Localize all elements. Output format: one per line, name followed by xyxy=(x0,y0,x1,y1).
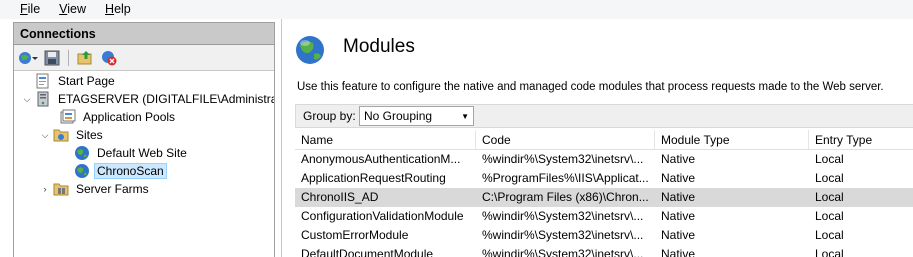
cell-entry-type: Local xyxy=(815,209,844,223)
cell-entry-type: Local xyxy=(815,171,844,185)
cell-code: %windir%\System32\inetsrv\... xyxy=(482,247,644,257)
up-level-icon[interactable] xyxy=(75,49,95,67)
tree-node-application-pools[interactable]: Application Pools xyxy=(60,108,178,126)
column-header-entry-type[interactable]: Entry Type xyxy=(809,130,913,149)
server-icon xyxy=(35,91,51,107)
feature-description: Use this feature to configure the native… xyxy=(297,81,884,93)
modules-globe-icon xyxy=(296,36,324,64)
connections-pane: Connections Start Page ⌵ ETAGSERVER (DIG… xyxy=(13,22,275,257)
cell-code: C:\Program Files (x86)\Chron... xyxy=(482,190,649,204)
start-page-icon xyxy=(35,73,51,89)
table-row-selected[interactable]: ChronoIIS_AD C:\Program Files (x86)\Chro… xyxy=(295,188,913,207)
globe-icon xyxy=(74,163,90,179)
chevron-right-icon[interactable]: › xyxy=(40,184,50,194)
tree-node-default-web-site[interactable]: Default Web Site xyxy=(74,144,190,162)
connections-toolbar xyxy=(14,45,274,71)
sites-folder-icon xyxy=(53,127,69,143)
modules-list: Name Code Module Type Entry Type Anonymo… xyxy=(295,130,913,257)
cell-module-type: Native xyxy=(661,209,696,223)
menu-bar: File View Help xyxy=(0,0,913,19)
cell-code: %windir%\System32\inetsrv\... xyxy=(482,209,644,223)
list-header: Name Code Module Type Entry Type xyxy=(295,130,913,150)
save-icon[interactable] xyxy=(42,49,62,67)
table-row[interactable]: DefaultDocumentModule %windir%\System32\… xyxy=(295,245,913,257)
page-title: Modules xyxy=(343,36,415,57)
chevron-down-icon[interactable]: ⌵ xyxy=(22,94,32,105)
tree-node-server[interactable]: ⌵ ETAGSERVER (DIGITALFILE\Administrator xyxy=(22,90,274,108)
table-row[interactable]: AnonymousAuthenticationM... %windir%\Sys… xyxy=(295,150,913,169)
cell-entry-type: Local xyxy=(815,247,844,257)
toolbar-separator xyxy=(68,49,69,66)
menu-file[interactable]: File xyxy=(20,0,40,19)
cell-code: %ProgramFiles%\IIS\Applicat... xyxy=(482,171,649,185)
cell-name: DefaultDocumentModule xyxy=(301,247,434,257)
column-header-name[interactable]: Name xyxy=(295,130,476,149)
cell-name: ChronoIIS_AD xyxy=(301,190,379,204)
connections-title: Connections xyxy=(14,23,274,45)
cell-entry-type: Local xyxy=(815,152,844,166)
column-header-module-type[interactable]: Module Type xyxy=(655,130,809,149)
globe-icon xyxy=(74,145,90,161)
table-row[interactable]: ApplicationRequestRouting %ProgramFiles%… xyxy=(295,169,913,188)
cell-module-type: Native xyxy=(661,190,696,204)
cell-code: %windir%\System32\inetsrv\... xyxy=(482,152,644,166)
cell-module-type: Native xyxy=(661,228,696,242)
server-farms-icon xyxy=(53,181,69,197)
tree-node-sites[interactable]: ⌵ Sites xyxy=(40,126,106,144)
chevron-down-icon[interactable]: ⌵ xyxy=(40,130,50,141)
table-row[interactable]: CustomErrorModule %windir%\System32\inet… xyxy=(295,226,913,245)
menu-help[interactable]: Help xyxy=(105,0,131,19)
cell-entry-type: Local xyxy=(815,228,844,242)
connect-icon[interactable] xyxy=(18,49,38,67)
cell-module-type: Native xyxy=(661,152,696,166)
group-by-label: Group by: xyxy=(303,109,356,123)
cell-entry-type: Local xyxy=(815,190,844,204)
dropdown-arrow-icon: ▼ xyxy=(461,111,469,121)
table-row[interactable]: ConfigurationValidationModule %windir%\S… xyxy=(295,207,913,226)
cell-name: AnonymousAuthenticationM... xyxy=(301,152,461,166)
cell-name: CustomErrorModule xyxy=(301,228,409,242)
tree-node-start-page[interactable]: Start Page xyxy=(22,72,118,90)
cell-module-type: Native xyxy=(661,247,696,257)
disconnect-icon[interactable] xyxy=(99,49,119,67)
cell-module-type: Native xyxy=(661,171,696,185)
tree-node-server-farms[interactable]: › Server Farms xyxy=(40,180,152,198)
cell-name: ConfigurationValidationModule xyxy=(301,209,464,223)
column-header-code[interactable]: Code xyxy=(476,130,655,149)
tree-node-chronoscan[interactable]: ChronoScan xyxy=(74,162,167,180)
modules-pane: Modules Use this feature to configure th… xyxy=(281,19,913,257)
group-by-select[interactable]: No Grouping ▼ xyxy=(359,106,474,126)
cell-code: %windir%\System32\inetsrv\... xyxy=(482,228,644,242)
menu-view[interactable]: View xyxy=(59,0,86,19)
cell-name: ApplicationRequestRouting xyxy=(301,171,446,185)
app-pools-icon xyxy=(60,109,76,125)
group-by-bar: Group by: No Grouping ▼ xyxy=(295,104,913,128)
